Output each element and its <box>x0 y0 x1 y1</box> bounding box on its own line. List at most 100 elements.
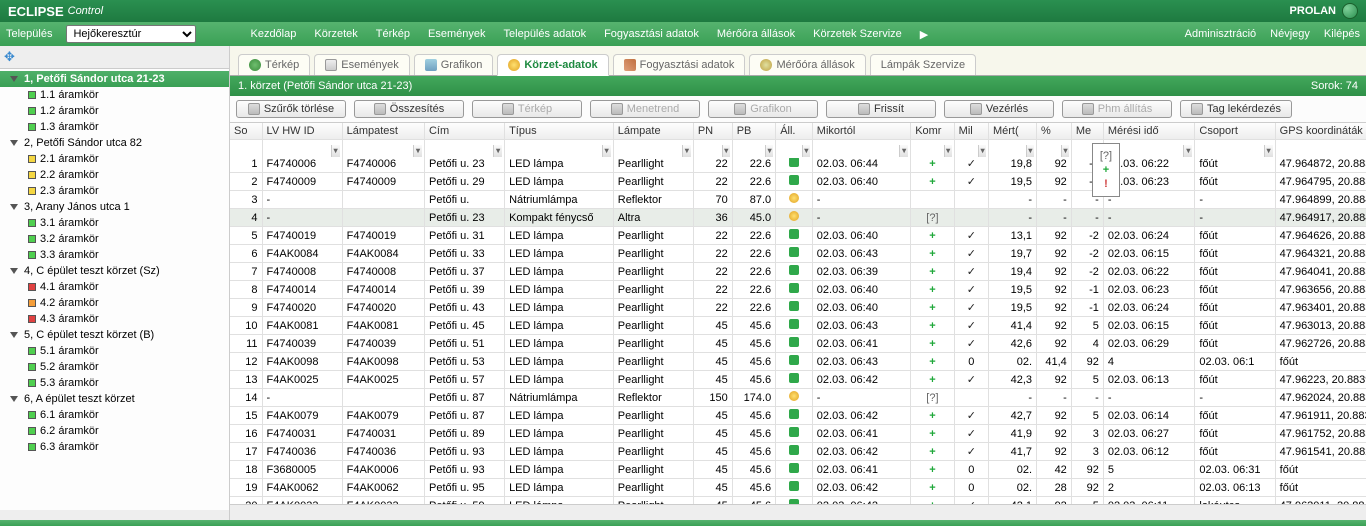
filter-Lámpate[interactable]: ▾ <box>613 143 693 158</box>
col-Mil[interactable]: Mil <box>954 123 988 140</box>
filter-GPS koordináták[interactable]: ▾ <box>1275 143 1366 158</box>
col-Áll.[interactable]: Áll. <box>776 123 813 140</box>
menu-település adatok[interactable]: Település adatok <box>504 28 587 41</box>
tree-child[interactable]: 6.2 áramkör <box>0 423 229 439</box>
tree-child[interactable]: 1.1 áramkör <box>0 87 229 103</box>
grid[interactable]: SoLV HW IDLámpatestCímTípusLámpatePNPBÁl… <box>230 123 1366 504</box>
menu-mérőóra állások[interactable]: Mérőóra állások <box>717 28 795 41</box>
filter-%[interactable]: ▾ <box>1037 143 1072 158</box>
menu-körzetek[interactable]: Körzetek <box>314 28 357 41</box>
menu-▶[interactable]: ▶ <box>920 28 928 41</box>
tree-child[interactable]: 3.3 áramkör <box>0 247 229 263</box>
menu-telepules[interactable]: Település <box>6 28 52 40</box>
col-Me[interactable]: Me <box>1071 123 1103 140</box>
col-Csoport[interactable]: Csoport <box>1195 123 1275 140</box>
filter-Lámpatest[interactable]: ▾ <box>342 143 424 158</box>
subtab-fogyasztási adatok[interactable]: Fogyasztási adatok <box>613 54 746 75</box>
town-select[interactable]: Hejőkeresztúr <box>66 25 196 43</box>
table-row[interactable]: 18F3680005F4AK0006Petőfi u. 93LED lámpaP… <box>230 461 1366 479</box>
table-row[interactable]: 7F4740008F4740008Petőfi u. 37LED lámpaPe… <box>230 263 1366 281</box>
table-row[interactable]: 9F4740020F4740020Petőfi u. 43LED lámpaPe… <box>230 299 1366 317</box>
filter-LV HW ID[interactable]: ▾ <box>262 143 342 158</box>
btn-szűrők-törlése[interactable]: Szűrők törlése <box>236 100 346 118</box>
col-So[interactable]: So <box>230 123 262 140</box>
filter-Mil[interactable]: ▾ <box>954 143 988 158</box>
subtab-lámpák szervize[interactable]: Lámpák Szervize <box>870 54 976 75</box>
tree-child[interactable]: 5.2 áramkör <box>0 359 229 375</box>
filter-popup[interactable]: [?] + ! <box>1092 143 1120 197</box>
tree-child[interactable]: 4.3 áramkör <box>0 311 229 327</box>
table-row[interactable]: 14-Petőfi u. 87NátriumlámpaReflektor1501… <box>230 389 1366 407</box>
col-Komr[interactable]: Komr <box>911 123 954 140</box>
table-row[interactable]: 6F4AK0084F4AK0084Petőfi u. 33LED lámpaPe… <box>230 245 1366 263</box>
table-row[interactable]: 8F4740014F4740014Petőfi u. 39LED lámpaPe… <box>230 281 1366 299</box>
tree-child[interactable]: 6.3 áramkör <box>0 439 229 455</box>
tree-child[interactable]: 6.1 áramkör <box>0 407 229 423</box>
table-row[interactable]: 2F4740009F4740009Petőfi u. 29LED lámpaPe… <box>230 173 1366 191</box>
table-row[interactable]: 17F4740036F4740036Petőfi u. 93LED lámpaP… <box>230 443 1366 461</box>
btn-vezérlés[interactable]: Vezérlés <box>944 100 1054 118</box>
table-row[interactable]: 4-Petőfi u. 23Kompakt fénycsőAltra3645.0… <box>230 209 1366 227</box>
col-PB[interactable]: PB <box>732 123 775 140</box>
col-Lámpate[interactable]: Lámpate <box>613 123 693 140</box>
table-row[interactable]: 12F4AK0098F4AK0098Petőfi u. 53LED lámpaP… <box>230 353 1366 371</box>
filter-Típus[interactable]: ▾ <box>505 143 614 158</box>
subtab-grafikon[interactable]: Grafikon <box>414 54 494 75</box>
tree-child[interactable]: 2.1 áramkör <box>0 151 229 167</box>
table-row[interactable]: 20F4AK0033F4AK0033Petőfi u. 59LED lámpaP… <box>230 497 1366 505</box>
menu-fogyasztási adatok[interactable]: Fogyasztási adatok <box>604 28 699 41</box>
h-scrollbar[interactable] <box>230 504 1366 520</box>
tree-node[interactable]: 2, Petőfi Sándor utca 82 <box>0 135 229 151</box>
popup-q[interactable]: [?] <box>1100 150 1112 162</box>
tree-node[interactable]: 3, Arany János utca 1 <box>0 199 229 215</box>
table-row[interactable]: 16F4740031F4740031Petőfi u. 89LED lámpaP… <box>230 425 1366 443</box>
table-row[interactable]: 15F4AK0079F4AK0079Petőfi u. 87LED lámpaP… <box>230 407 1366 425</box>
tree-node[interactable]: 6, A épület teszt körzet <box>0 391 229 407</box>
collapse-icon[interactable]: ✥ <box>4 49 15 64</box>
tree-node[interactable]: 1, Petőfi Sándor utca 21-23 <box>0 71 229 87</box>
menu-események[interactable]: Események <box>428 28 485 41</box>
table-row[interactable]: 3-Petőfi u.NátriumlámpaReflektor7087.0--… <box>230 191 1366 209</box>
filter-Mért([interactable]: ▾ <box>988 143 1036 158</box>
menu-kilépés[interactable]: Kilépés <box>1324 28 1360 40</box>
tree-child[interactable]: 2.2 áramkör <box>0 167 229 183</box>
tree-child[interactable]: 3.1 áramkör <box>0 215 229 231</box>
tree-child[interactable]: 4.2 áramkör <box>0 295 229 311</box>
menu-névjegy[interactable]: Névjegy <box>1270 28 1310 40</box>
menu-térkép[interactable]: Térkép <box>376 28 410 41</box>
menu-adminisztráció[interactable]: Adminisztráció <box>1185 28 1257 40</box>
col-Cím[interactable]: Cím <box>424 123 504 140</box>
table-row[interactable]: 13F4AK0025F4AK0025Petőfi u. 57LED lámpaP… <box>230 371 1366 389</box>
filter-Csoport[interactable]: ▾ <box>1195 143 1275 158</box>
col-LV HW ID[interactable]: LV HW ID <box>262 123 342 140</box>
tree-node[interactable]: 4, C épület teszt körzet (Sz) <box>0 263 229 279</box>
col-Mikortól[interactable]: Mikortól <box>812 123 910 140</box>
menu-körzetek szervize[interactable]: Körzetek Szervize <box>813 28 902 41</box>
tree-child[interactable]: 3.2 áramkör <box>0 231 229 247</box>
filter-Komr[interactable]: ▾ <box>911 143 954 158</box>
table-row[interactable]: 11F4740039F4740039Petőfi u. 51LED lámpaP… <box>230 335 1366 353</box>
filter-Áll.[interactable]: ▾ <box>776 143 813 158</box>
col-%[interactable]: % <box>1037 123 1072 140</box>
col-Típus[interactable]: Típus <box>505 123 614 140</box>
filter-Cím[interactable]: ▾ <box>424 143 504 158</box>
col-Mérési idő[interactable]: Mérési idő <box>1103 123 1195 140</box>
tree-child[interactable]: 5.3 áramkör <box>0 375 229 391</box>
tree-child[interactable]: 2.3 áramkör <box>0 183 229 199</box>
subtab-mérőóra állások[interactable]: Mérőóra állások <box>749 54 865 75</box>
col-GPS koordináták[interactable]: GPS koordináták <box>1275 123 1366 140</box>
table-row[interactable]: 19F4AK0062F4AK0062Petőfi u. 95LED lámpaP… <box>230 479 1366 497</box>
subtab-körzet-adatok[interactable]: Körzet-adatok <box>497 54 608 76</box>
col-PN[interactable]: PN <box>693 123 732 140</box>
table-row[interactable]: 10F4AK0081F4AK0081Petőfi u. 45LED lámpaP… <box>230 317 1366 335</box>
col-Lámpatest[interactable]: Lámpatest <box>342 123 424 140</box>
table-row[interactable]: 5F4740019F4740019Petőfi u. 31LED lámpaPe… <box>230 227 1366 245</box>
filter-PN[interactable]: ▾ <box>693 143 732 158</box>
filter-So[interactable] <box>230 143 262 158</box>
tree-child[interactable]: 1.2 áramkör <box>0 103 229 119</box>
filter-PB[interactable]: ▾ <box>732 143 775 158</box>
col-Mért([interactable]: Mért( <box>988 123 1036 140</box>
subtab-események[interactable]: Események <box>314 54 409 75</box>
tree-child[interactable]: 5.1 áramkör <box>0 343 229 359</box>
subtab-térkép[interactable]: Térkép <box>238 54 310 75</box>
